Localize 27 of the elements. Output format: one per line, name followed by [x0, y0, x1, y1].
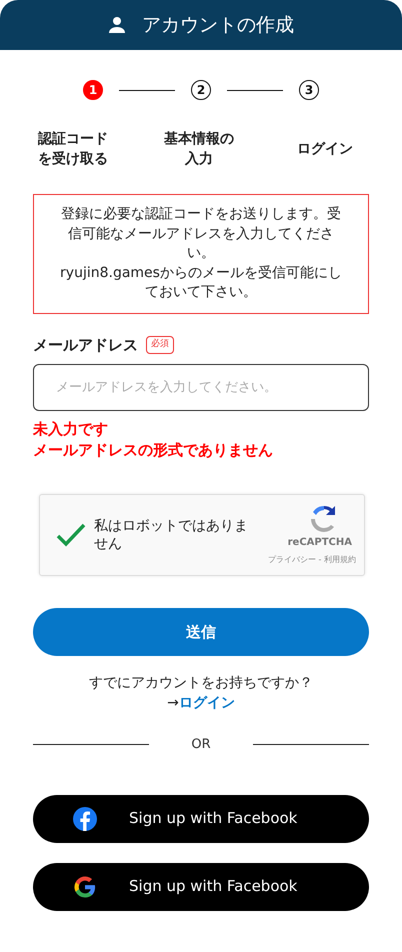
- error-message: 未入力です: [33, 419, 109, 440]
- step-label: 認証コードを受け取る: [36, 130, 109, 169]
- login-question: すでにアカウントをお持ちですか？: [88, 674, 314, 693]
- signup-button[interactable]: Sign up with Facebook: [33, 862, 369, 911]
- notice-text: 登録に必要な認証コードをお送りします。受信可能なメールアドレスを入力してください。 ryujin8.gamesからのメールを受信可能にしておいて下さい。: [33, 194, 369, 314]
- step-number: 3: [299, 80, 319, 100]
- facebook-icon: [73, 806, 97, 831]
- required-tag: 必須: [146, 336, 174, 354]
- step-label: ログイン: [296, 140, 354, 159]
- arrow-icon: →: [167, 694, 179, 714]
- submit-button[interactable]: 送信: [33, 608, 369, 656]
- field-label: メールアドレス: [33, 334, 138, 356]
- step-number: 1: [83, 80, 103, 100]
- signup-button[interactable]: Sign up with Facebook: [33, 794, 369, 843]
- step-number: 2: [191, 80, 211, 100]
- step-label: 基本情報の入力: [163, 130, 235, 169]
- page-title: アカウントの作成: [142, 12, 294, 38]
- recaptcha-brand: reCAPTCHA: [288, 536, 352, 550]
- privacy-terms-link[interactable]: プライバシー - 利用規約: [268, 554, 356, 566]
- login-link[interactable]: ログイン: [178, 694, 235, 714]
- email-field[interactable]: メールアドレスを入力してください。: [33, 364, 369, 412]
- captcha-label: 私はロボットではありません: [94, 516, 249, 554]
- error-message: メールアドレスの形式でありません: [33, 440, 274, 460]
- divider-text: OR: [191, 736, 211, 754]
- person-icon: [108, 16, 126, 34]
- google-icon: [73, 876, 97, 898]
- checkmark-icon[interactable]: [56, 522, 86, 547]
